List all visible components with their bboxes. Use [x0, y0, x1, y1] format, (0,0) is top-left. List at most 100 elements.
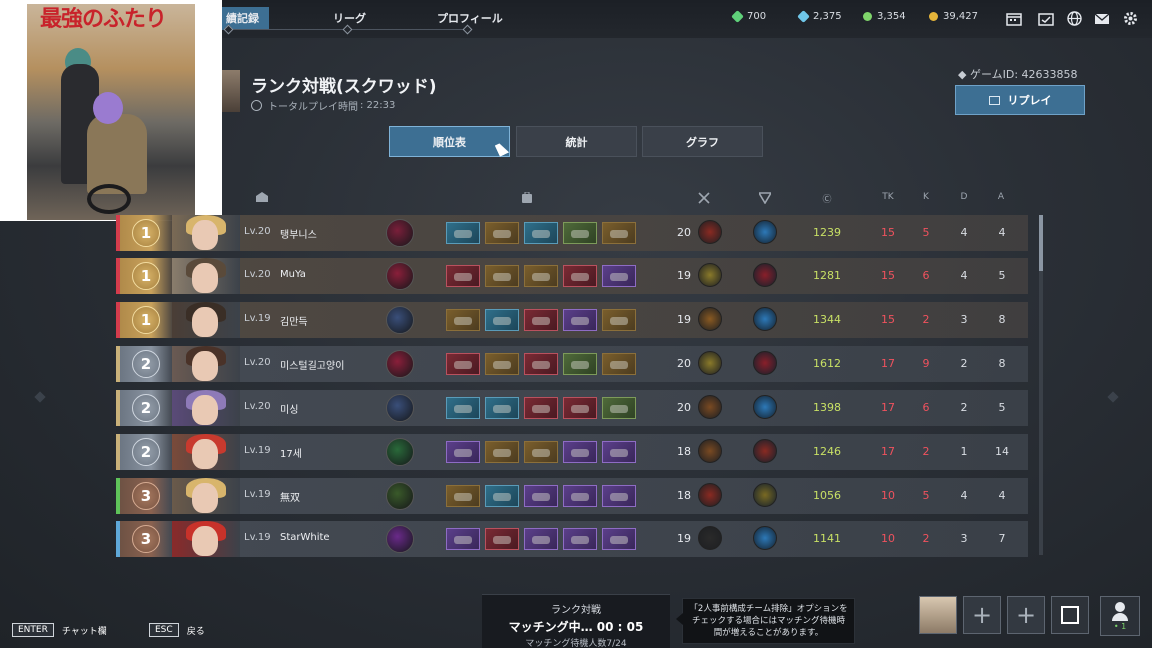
equipment-item-icon[interactable]	[485, 265, 519, 287]
character-icon[interactable]	[386, 262, 414, 290]
equipment-item-icon[interactable]	[446, 485, 480, 507]
weapon-skill-icon[interactable]	[698, 220, 722, 244]
tab-graph[interactable]: グラフ	[642, 126, 763, 157]
equipment-item-icon[interactable]	[446, 265, 480, 287]
player-name[interactable]: StarWhite	[280, 532, 330, 543]
table-row[interactable]: 2 Lv.19 17세 18 1246 17 2 1 14	[116, 434, 1028, 470]
table-row[interactable]: 3 Lv.19 StarWhite 19 1141 10 2 3 7	[116, 521, 1028, 557]
character-icon[interactable]	[386, 438, 414, 466]
table-row[interactable]: 2 Lv.20 미싱 20 1398 17 6 2 5	[116, 390, 1028, 426]
avatar[interactable]	[172, 346, 240, 382]
party-slot-self-avatar[interactable]	[919, 596, 957, 634]
esc-back-hint[interactable]: ESC 戻る	[149, 623, 205, 637]
equipment-item-icon[interactable]	[602, 309, 636, 331]
equipment-item-icon[interactable]	[446, 222, 480, 244]
avatar[interactable]	[172, 521, 240, 557]
equipment-item-icon[interactable]	[524, 528, 558, 550]
tactical-skill-icon[interactable]	[753, 395, 777, 419]
table-row[interactable]: 2 Lv.20 미스털길고양이 20 1612 17 9 2 8	[116, 346, 1028, 382]
scrollbar-thumb[interactable]	[1039, 215, 1043, 271]
equipment-item-icon[interactable]	[485, 485, 519, 507]
replay-button[interactable]: リプレイ	[955, 85, 1085, 115]
equipment-item-icon[interactable]	[563, 485, 597, 507]
equipment-item-icon[interactable]	[563, 441, 597, 463]
weapon-skill-icon[interactable]	[698, 263, 722, 287]
character-icon[interactable]	[386, 525, 414, 553]
weapon-skill-icon[interactable]	[698, 526, 722, 550]
scrollbar[interactable]	[1039, 215, 1043, 555]
equipment-item-icon[interactable]	[446, 441, 480, 463]
equipment-item-icon[interactable]	[524, 265, 558, 287]
equipment-item-icon[interactable]	[524, 353, 558, 375]
table-row[interactable]: 1 Lv.19 김만득 19 1344 15 2 3 8	[116, 302, 1028, 338]
character-icon[interactable]	[386, 350, 414, 378]
tab-profile[interactable]: プロフィール	[437, 10, 503, 26]
avatar[interactable]	[172, 390, 240, 426]
party-slot-add-button[interactable]: +	[1007, 596, 1045, 634]
equipment-item-icon[interactable]	[563, 353, 597, 375]
equipment-item-icon[interactable]	[563, 265, 597, 287]
mail-icon[interactable]	[1094, 11, 1110, 26]
avatar[interactable]	[172, 258, 240, 294]
tactical-skill-icon[interactable]	[753, 483, 777, 507]
player-name[interactable]: 미싱	[280, 401, 298, 416]
equipment-item-icon[interactable]	[602, 265, 636, 287]
equipment-item-icon[interactable]	[485, 222, 519, 244]
matchmaking-panel[interactable]: ランク対戦 マッチング中… 00 : 05 マッチング待機人数7/24	[482, 594, 670, 648]
tactical-skill-icon[interactable]	[753, 351, 777, 375]
equipment-item-icon[interactable]	[602, 441, 636, 463]
weapon-skill-icon[interactable]	[698, 307, 722, 331]
weapon-skill-icon[interactable]	[698, 483, 722, 507]
avatar[interactable]	[172, 215, 240, 251]
equipment-item-icon[interactable]	[446, 353, 480, 375]
equipment-item-icon[interactable]	[524, 441, 558, 463]
player-name[interactable]: 無双	[280, 489, 300, 504]
equipment-item-icon[interactable]	[485, 528, 519, 550]
avatar[interactable]	[172, 478, 240, 514]
enter-chat-hint[interactable]: ENTER チャット欄	[12, 623, 107, 637]
equipment-item-icon[interactable]	[485, 309, 519, 331]
equipment-item-icon[interactable]	[485, 397, 519, 419]
equipment-item-icon[interactable]	[446, 309, 480, 331]
equipment-item-icon[interactable]	[602, 222, 636, 244]
equipment-item-icon[interactable]	[446, 397, 480, 419]
equipment-item-icon[interactable]	[524, 485, 558, 507]
equipment-item-icon[interactable]	[563, 309, 597, 331]
equipment-item-icon[interactable]	[602, 528, 636, 550]
weapon-skill-icon[interactable]	[698, 351, 722, 375]
character-icon[interactable]	[386, 394, 414, 422]
character-icon[interactable]	[386, 219, 414, 247]
table-row[interactable]: 1 Lv.20 탱부니스 20 1239 15 5 4 4	[116, 215, 1028, 251]
avatar[interactable]	[172, 434, 240, 470]
tab-league[interactable]: リーグ	[333, 10, 366, 26]
character-icon[interactable]	[386, 482, 414, 510]
equipment-item-icon[interactable]	[446, 528, 480, 550]
equipment-item-icon[interactable]	[602, 353, 636, 375]
character-icon[interactable]	[386, 306, 414, 334]
avatar[interactable]	[172, 302, 240, 338]
player-name[interactable]: 17세	[280, 445, 302, 460]
equipment-item-icon[interactable]	[524, 309, 558, 331]
equipment-item-icon[interactable]	[563, 528, 597, 550]
tab-ranking[interactable]: 順位表	[389, 126, 510, 157]
tactical-skill-icon[interactable]	[753, 263, 777, 287]
equipment-item-icon[interactable]	[485, 353, 519, 375]
table-row[interactable]: 1 Lv.20 MuYa 19 1281 15 6 4 5	[116, 258, 1028, 294]
globe-icon[interactable]	[1066, 11, 1082, 26]
tab-statistics[interactable]: 統計	[516, 126, 637, 157]
equipment-item-icon[interactable]	[563, 397, 597, 419]
player-name[interactable]: MuYa	[280, 269, 306, 280]
player-name[interactable]: 김만득	[280, 313, 308, 328]
share-icon[interactable]	[1051, 596, 1089, 634]
tactical-skill-icon[interactable]	[753, 220, 777, 244]
player-name[interactable]: 탱부니스	[280, 226, 317, 241]
player-name[interactable]: 미스털길고양이	[280, 357, 344, 372]
calendar-icon[interactable]	[1006, 11, 1022, 26]
equipment-item-icon[interactable]	[602, 485, 636, 507]
tactical-skill-icon[interactable]	[753, 439, 777, 463]
friends-button[interactable]: • 1	[1100, 596, 1140, 636]
tactical-skill-icon[interactable]	[753, 526, 777, 550]
table-row[interactable]: 3 Lv.19 無双 18 1056 10 5 4 4	[116, 478, 1028, 514]
equipment-item-icon[interactable]	[485, 441, 519, 463]
equipment-item-icon[interactable]	[524, 222, 558, 244]
